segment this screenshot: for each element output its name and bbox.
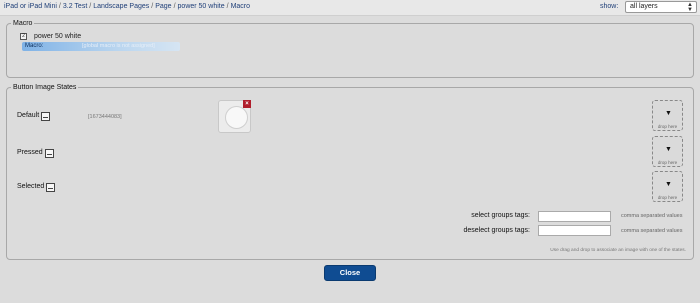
deselect-tags-hint: comma separated values	[621, 228, 683, 234]
show-label: show:	[600, 3, 619, 10]
breadcrumb-item-current[interactable]: Macro	[231, 3, 250, 10]
breadcrumb-item[interactable]: iPad or iPad Mini	[4, 3, 57, 10]
layer-select[interactable]: all layers ▲ ▼	[625, 1, 697, 13]
select-tags-hint: comma separated values	[621, 213, 683, 219]
state-label-selected: Selected	[17, 183, 45, 190]
chevron-down-icon: ▼	[665, 181, 672, 188]
breadcrumb-item[interactable]: Page	[155, 3, 171, 10]
breadcrumb: iPad or iPad Mini/3.2 Test / Landscape Pag…	[4, 3, 250, 10]
state-label-default: Default	[17, 112, 40, 119]
breadcrumb-item[interactable]: 3.2 Test	[63, 3, 87, 10]
drop-here-text: drop here	[657, 195, 678, 200]
layer-select-value: all layers	[630, 3, 658, 10]
deselect-groups-tags-input[interactable]	[538, 225, 611, 236]
state-label-pressed: Pressed	[17, 149, 43, 156]
state-id-default: [1673444083]	[88, 114, 122, 120]
macro-type-icon: 2	[20, 33, 27, 40]
drop-here-text: drop here	[657, 160, 678, 165]
states-legend: Button Image States	[13, 84, 77, 91]
drop-zone-default[interactable]: ▼ drop here	[652, 100, 683, 131]
drop-zone-pressed[interactable]: ▼ drop here	[652, 136, 683, 167]
breadcrumb-item[interactable]: Landscape Pages	[93, 3, 149, 10]
drop-zone-selected[interactable]: ▼ drop here	[652, 171, 683, 202]
top-bar: iPad or iPad Mini/3.2 Test / Landscape Pag…	[0, 0, 700, 16]
deselect-groups-tags-label: deselect groups tags:	[463, 227, 530, 234]
chevron-down-icon: ▼	[665, 146, 672, 153]
power-button-image	[225, 106, 248, 129]
macro-field-placeholder: [global macro is not assigned]	[82, 43, 155, 49]
chevron-down-icon: ▼	[665, 110, 672, 117]
remove-image-icon[interactable]: ×	[243, 100, 251, 108]
macro-legend: Macro	[13, 20, 33, 27]
image-state-icon[interactable]	[46, 183, 55, 192]
drop-here-text: drop here	[657, 124, 678, 129]
image-state-icon[interactable]	[45, 149, 54, 158]
drag-drop-hint: Use drag and drop to associate an image …	[550, 248, 686, 253]
image-state-icon[interactable]	[41, 112, 50, 121]
macro-field[interactable]: Macro: [global macro is not assigned]	[22, 42, 180, 51]
select-groups-tags-label: select groups tags:	[471, 212, 530, 219]
select-groups-tags-input[interactable]	[538, 211, 611, 222]
macro-field-label: Macro:	[25, 43, 44, 49]
close-button[interactable]: Close	[324, 265, 376, 281]
macro-name: power 50 white	[34, 33, 82, 40]
default-image-preview[interactable]: ×	[218, 100, 251, 133]
select-arrows-icon: ▲ ▼	[687, 2, 693, 13]
breadcrumb-item[interactable]: power 50 white	[178, 3, 225, 10]
